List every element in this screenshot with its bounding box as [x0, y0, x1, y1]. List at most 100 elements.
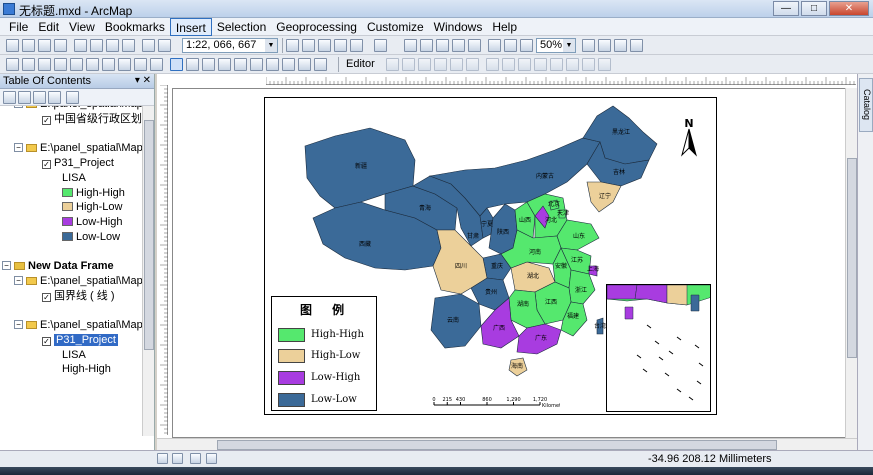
toc-options-icon[interactable] — [66, 91, 79, 104]
toc-row-folder[interactable]: − E:\panel_spatial\Map — [14, 318, 142, 332]
list-by-visibility-icon[interactable] — [33, 91, 46, 104]
collapse-toggle-icon[interactable]: − — [14, 320, 23, 329]
menu-help[interactable]: Help — [487, 18, 522, 36]
collapse-toggle-icon[interactable]: − — [14, 143, 23, 152]
maximize-button[interactable]: □ — [801, 1, 827, 16]
pause-drawing-icon[interactable] — [206, 453, 217, 464]
toc-row-legend[interactable]: Low-High — [62, 215, 122, 229]
zoom-100-icon[interactable] — [468, 39, 481, 52]
list-by-selection-icon[interactable] — [48, 91, 61, 104]
open-folder-icon[interactable] — [22, 39, 35, 52]
toc-row-layer[interactable]: ✓ 中国省级行政区划 ( — [42, 112, 142, 126]
layer-visibility-checkbox[interactable]: ✓ — [42, 337, 51, 346]
chevron-down-icon[interactable]: ▼ — [265, 39, 277, 52]
python-window-icon[interactable] — [374, 39, 387, 52]
trace-icon[interactable] — [450, 58, 463, 71]
zoom-in-page-icon[interactable] — [404, 39, 417, 52]
fixed-zoom-out-icon[interactable] — [86, 58, 99, 71]
vertical-scrollbar-thumb[interactable] — [847, 158, 857, 358]
cut-polygons-icon[interactable] — [518, 58, 531, 71]
find-route-icon[interactable] — [266, 58, 279, 71]
search-window-icon[interactable] — [334, 39, 347, 52]
map-legend[interactable]: 图 例 High-High High-Low Low-High Low-Low — [271, 296, 377, 411]
toc-scrollbar-thumb[interactable] — [144, 120, 154, 350]
add-data-icon[interactable] — [158, 39, 171, 52]
collapse-toggle-icon[interactable]: − — [2, 261, 11, 270]
menu-windows[interactable]: Windows — [429, 18, 488, 36]
undo-icon[interactable] — [142, 39, 155, 52]
html-popup-icon[interactable] — [218, 58, 231, 71]
toc-row-heading[interactable]: LISA — [62, 348, 86, 362]
go-back-extent-icon[interactable] — [520, 39, 533, 52]
straight-segment-icon[interactable] — [418, 58, 431, 71]
cut-icon[interactable] — [74, 39, 87, 52]
create-features-icon[interactable] — [598, 58, 611, 71]
layout-horizontal-scrollbar[interactable] — [157, 438, 857, 450]
menu-geoprocessing[interactable]: Geoprocessing — [271, 18, 362, 36]
edit-annotation-icon[interactable] — [402, 58, 415, 71]
fixed-zoom-icon[interactable] — [70, 58, 83, 71]
layout-vertical-scrollbar[interactable] — [845, 88, 857, 438]
time-slider-icon[interactable] — [298, 58, 311, 71]
toc-row-folder[interactable]: − E:\panel_spatial\Map' — [14, 106, 142, 111]
edit-vertices-icon[interactable] — [486, 58, 499, 71]
toc-row-heading[interactable]: LISA — [62, 171, 86, 185]
toc-row-legend[interactable]: Low-Low — [62, 230, 120, 244]
fixed-zoom-in-icon[interactable] — [488, 39, 501, 52]
forward-arrow-icon[interactable] — [118, 58, 131, 71]
select-features-icon[interactable] — [134, 58, 147, 71]
list-by-source-icon[interactable] — [18, 91, 31, 104]
collapse-toggle-icon[interactable]: − — [14, 106, 23, 108]
split-icon[interactable] — [534, 58, 547, 71]
south-china-sea-inset[interactable] — [606, 284, 711, 412]
pan-page-icon[interactable] — [436, 39, 449, 52]
toc-row-frame[interactable]: − New Data Frame — [2, 259, 114, 273]
toc-row-layer[interactable]: ✓ 国界线 ( 线 ) — [42, 289, 115, 303]
north-arrow[interactable]: N — [678, 115, 700, 157]
data-driven-pages-icon[interactable] — [630, 39, 643, 52]
reshape-icon[interactable] — [502, 58, 515, 71]
delete-icon[interactable] — [122, 39, 135, 52]
hyperlink-icon[interactable] — [202, 58, 215, 71]
point-icon[interactable] — [466, 58, 479, 71]
editor-menu[interactable]: Editor — [346, 58, 375, 70]
menu-insert[interactable]: Insert — [169, 18, 212, 36]
scale-bar[interactable]: 02154308601,2901,720Kilometers — [430, 396, 569, 412]
zoom-out-page-icon[interactable] — [420, 39, 433, 52]
horizontal-scrollbar-thumb[interactable] — [217, 440, 777, 450]
create-viewer-icon[interactable] — [314, 58, 327, 71]
refresh-icon[interactable] — [190, 453, 201, 464]
change-layout-icon[interactable] — [614, 39, 627, 52]
identify-icon[interactable] — [186, 58, 199, 71]
toc-row-layer[interactable]: ✓ P31_Project — [42, 333, 118, 347]
pan-icon[interactable] — [38, 58, 51, 71]
menu-view[interactable]: View — [64, 18, 100, 36]
sketch-properties-icon[interactable] — [582, 58, 595, 71]
edit-tool-icon[interactable] — [386, 58, 399, 71]
full-extent-icon[interactable] — [54, 58, 67, 71]
measure-icon[interactable] — [234, 58, 247, 71]
new-document-icon[interactable] — [6, 39, 19, 52]
focus-data-frame-icon[interactable] — [598, 39, 611, 52]
zoom-whole-page-icon[interactable] — [452, 39, 465, 52]
close-button[interactable]: ✕ — [829, 1, 869, 16]
toc-row-folder[interactable]: − E:\panel_spatial\Map' — [14, 274, 142, 288]
print-icon[interactable] — [54, 39, 67, 52]
catalog-tab[interactable]: Catalog — [859, 78, 873, 132]
menu-bookmarks[interactable]: Bookmarks — [100, 18, 170, 36]
fixed-zoom-out-icon[interactable] — [504, 39, 517, 52]
collapse-toggle-icon[interactable]: − — [14, 276, 23, 285]
toc-row-folder[interactable]: − E:\panel_spatial\Map — [14, 141, 142, 155]
save-icon[interactable] — [38, 39, 51, 52]
toc-scrollbar[interactable] — [142, 106, 154, 436]
zoom-out-icon[interactable] — [22, 58, 35, 71]
back-arrow-icon[interactable] — [102, 58, 115, 71]
catalog-window-icon[interactable] — [318, 39, 331, 52]
clear-selection-icon[interactable] — [150, 58, 163, 71]
arctoolbox-icon[interactable] — [350, 39, 363, 52]
attributes-icon[interactable] — [566, 58, 579, 71]
rotate-icon[interactable] — [550, 58, 563, 71]
editor-toolbar-icon[interactable] — [286, 39, 299, 52]
zoom-in-icon[interactable] — [6, 58, 19, 71]
layer-visibility-checkbox[interactable]: ✓ — [42, 293, 51, 302]
